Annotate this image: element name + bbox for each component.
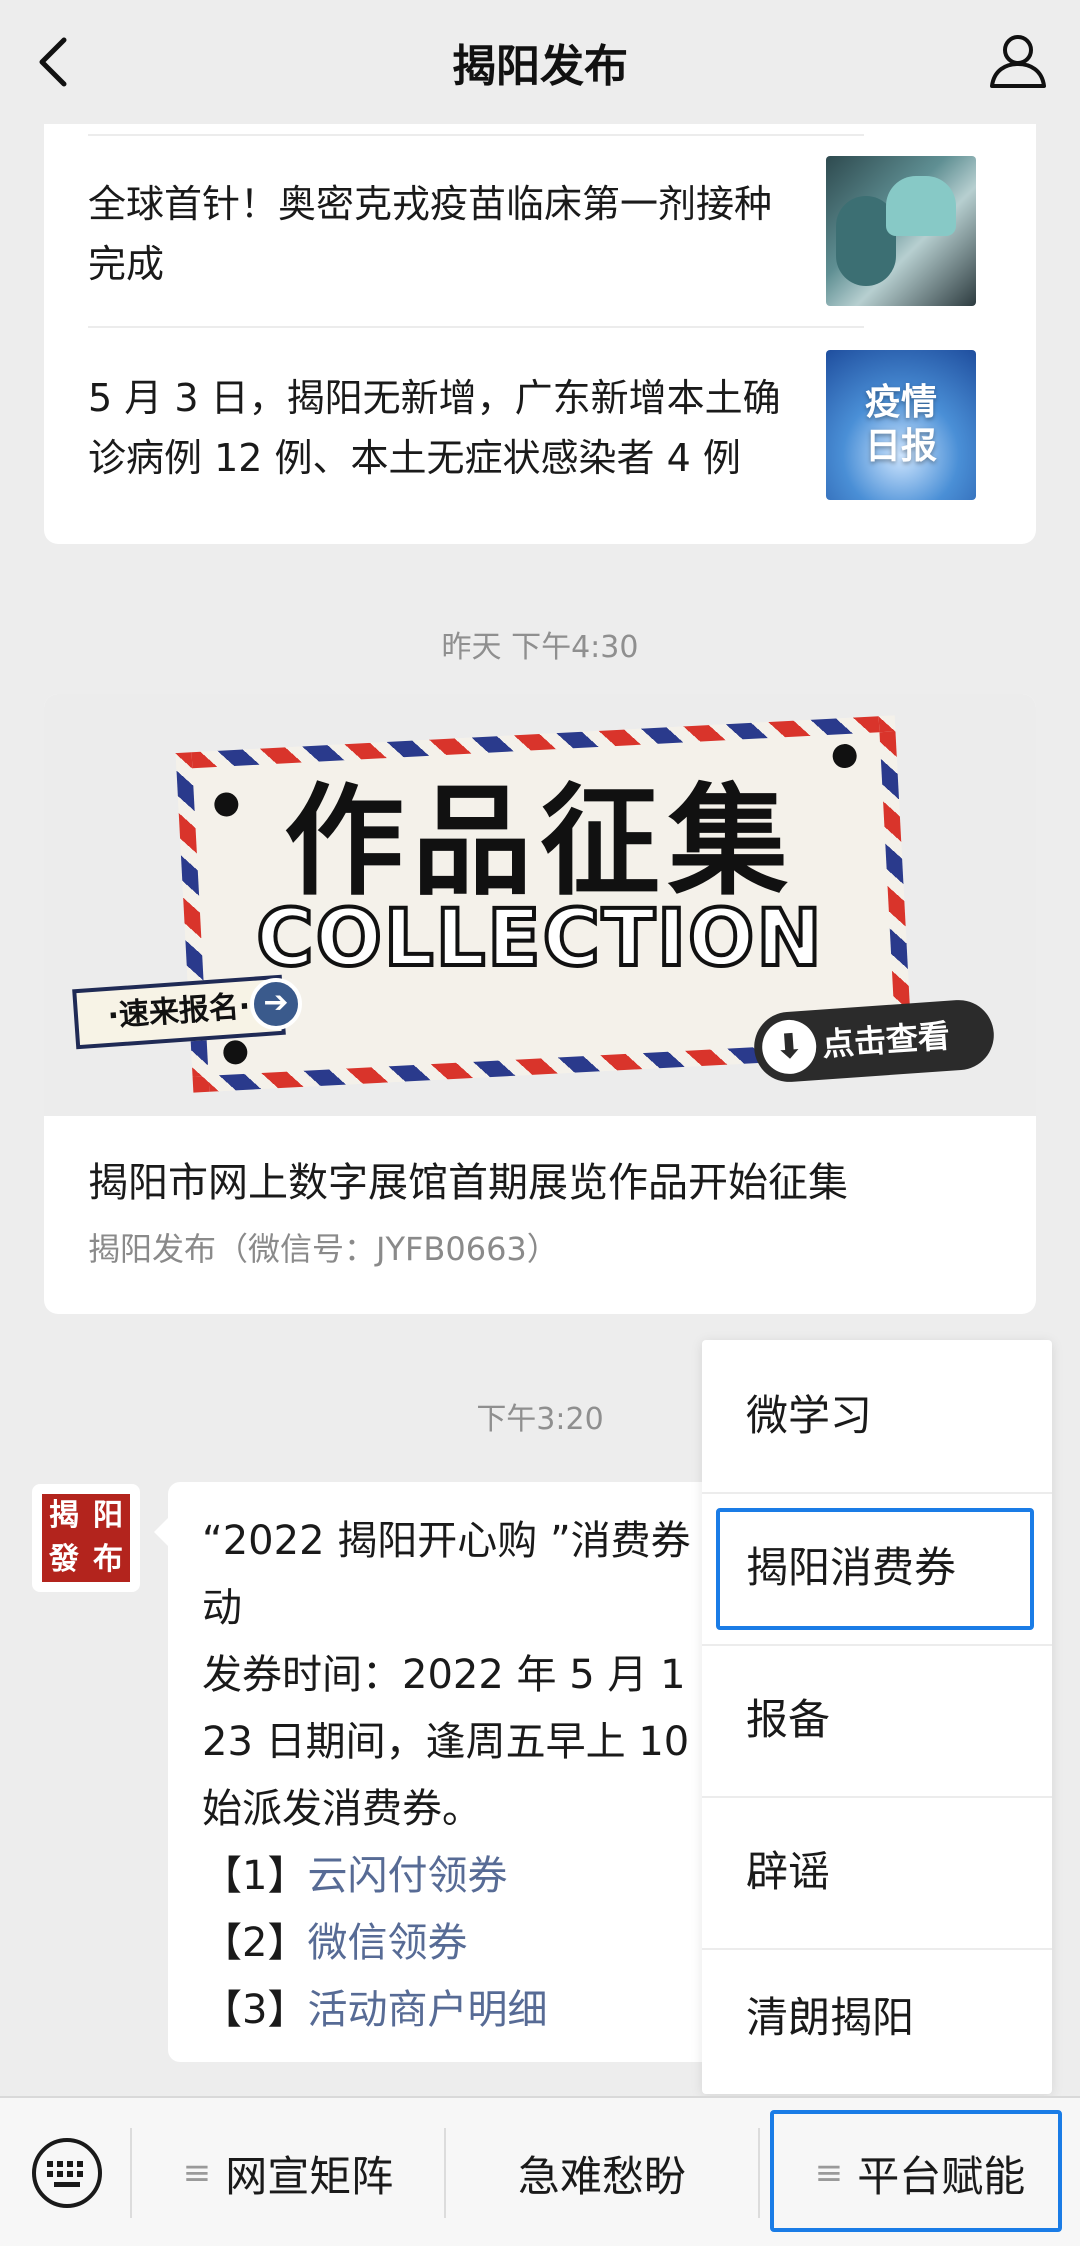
bottom-menu-jinan[interactable]: 急难愁盼 — [446, 2098, 758, 2246]
dot — [222, 1039, 248, 1065]
article-banner[interactable]: 作品征集 COLLECTION ·速来报名· ➔ ⬇ 点击查看 — [44, 694, 1036, 1116]
thumbnail-label: 日报 — [864, 426, 937, 467]
divider — [88, 326, 864, 328]
banner-title: 作品征集 — [284, 773, 796, 912]
page-title: 揭阳发布 — [452, 41, 628, 92]
seal-char: 阳 — [93, 1498, 123, 1533]
hamburger-icon: ≡ — [182, 2153, 212, 2193]
seal-char: 發 — [49, 1542, 79, 1577]
article-title-line: 全球首针！奥密克戎疫苗临床第一剂接种 — [88, 182, 773, 226]
article-thumbnail[interactable]: 疫情 日报 — [826, 350, 976, 500]
link-yunshanfu[interactable]: 云闪付领券 — [307, 1853, 507, 1899]
menu-item-piyao[interactable]: 辟谣 — [702, 1796, 1052, 1948]
menu-item-weixuexi[interactable]: 微学习 — [702, 1340, 1052, 1492]
view-tag-label: 点击查看 — [820, 1016, 952, 1064]
article-card-group: 全球首针！奥密克戎疫苗临床第一剂接种 完成 5 月 3 日，揭阳无新增，广东新增… — [44, 124, 1036, 544]
top-bar: 揭阳发布 — [0, 0, 1080, 124]
link-merchant-list[interactable]: 活动商户明细 — [307, 1987, 547, 2033]
keyboard-icon[interactable] — [30, 2136, 104, 2210]
menu-item-baobei[interactable]: 报备 — [702, 1644, 1052, 1796]
avatar[interactable]: 揭 阳 發 布 — [32, 1484, 140, 1592]
thumbnail-figure — [886, 176, 956, 236]
article-title-line: 5 月 3 日，揭阳无新增，广东新增本土确 — [88, 376, 781, 420]
thumbnail-label: 疫情 — [864, 382, 937, 423]
bottom-menu-bar: ≡ 网宣矩阵 急难愁盼 ≡ 平台赋能 — [0, 2096, 1080, 2246]
selection-highlight — [716, 1508, 1034, 1630]
menu-item-qinglang[interactable]: 清朗揭阳 — [702, 1942, 1052, 2094]
bottom-menu-label: 网宣矩阵 — [225, 2151, 394, 2201]
download-arrow-icon: ⬇ — [760, 1018, 819, 1076]
avatar-seal: 揭 阳 發 布 — [42, 1494, 130, 1582]
link-prefix: 【3】 — [202, 1987, 308, 2033]
profile-icon[interactable] — [986, 28, 1050, 92]
link-prefix: 【2】 — [202, 1920, 308, 1966]
bottom-menu-wangxuan[interactable]: ≡ 网宣矩阵 — [132, 2098, 444, 2246]
article-thumbnail[interactable] — [826, 156, 976, 306]
seal-char: 布 — [93, 1542, 123, 1577]
divider — [88, 134, 864, 136]
selection-highlight — [770, 2110, 1062, 2232]
timestamp: 昨天 下午4:30 — [441, 630, 639, 665]
banner-subtitle: COLLECTION — [254, 892, 824, 986]
article-item[interactable]: 全球首针！奥密克戎疫苗临床第一剂接种 完成 — [88, 174, 864, 294]
article-card[interactable]: 作品征集 COLLECTION ·速来报名· ➔ ⬇ 点击查看 揭阳市网上数字展… — [44, 694, 1036, 1314]
article-title-line: 诊病例 12 例、本土无症状感染者 4 例 — [88, 436, 741, 480]
article-title-line: 完成 — [88, 242, 165, 286]
popup-menu: 微学习 揭阳消费券 报备 辟谣 清朗揭阳 — [702, 1340, 1052, 2094]
link-prefix: 【1】 — [202, 1853, 308, 1899]
bottom-menu-label: 急难愁盼 — [517, 2151, 686, 2201]
link-wechat-coupon[interactable]: 微信领券 — [307, 1920, 467, 1966]
article-source: 揭阳发布（微信号：JYFB0663） — [88, 1230, 559, 1268]
article-item[interactable]: 5 月 3 日，揭阳无新增，广东新增本土确 诊病例 12 例、本土无症状感染者 … — [88, 368, 864, 488]
seal-char: 揭 — [49, 1498, 79, 1533]
article-headline: 揭阳市网上数字展馆首期展览作品开始征集 — [88, 1160, 848, 1206]
arrow-right-icon: ➔ — [250, 978, 302, 1030]
